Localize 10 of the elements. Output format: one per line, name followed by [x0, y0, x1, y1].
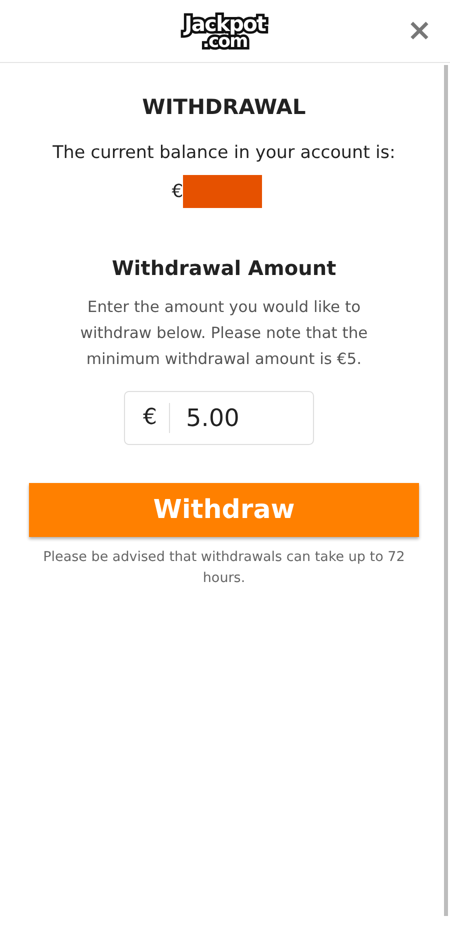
page-title: WITHDRAWAL — [142, 95, 306, 119]
description-text: Enter the amount you would like to withdraw below. Please note that the minimum withdrawal amount is €5. — [79, 297, 369, 370]
scrollbar[interactable] — [444, 65, 448, 916]
amount-field[interactable]: € 5.00 — [124, 391, 314, 445]
balance-currency: € — [172, 181, 184, 202]
balance-label: The current balance in your account is: — [52, 143, 396, 163]
close-button[interactable]: × — [406, 18, 432, 44]
notice-text: Please be advised that withdrawals can take up to 72 hours. — [42, 548, 406, 588]
amount-input[interactable]: 5.00 — [170, 403, 298, 433]
section-heading: Withdrawal Amount — [112, 256, 336, 280]
